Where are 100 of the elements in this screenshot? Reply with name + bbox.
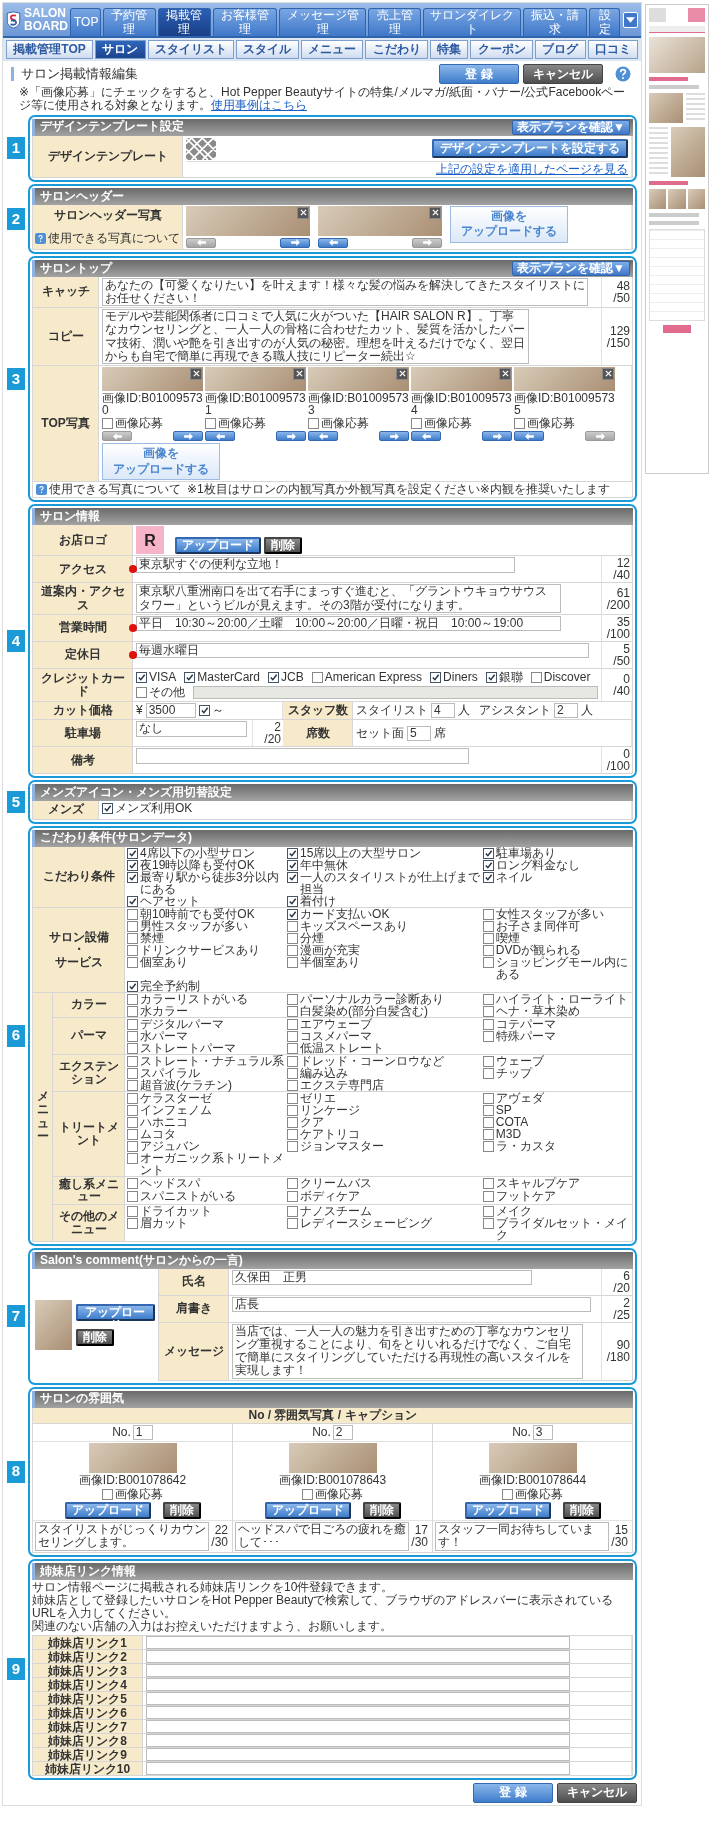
checkbox[interactable] <box>287 1092 299 1104</box>
checkbox[interactable] <box>482 1140 494 1152</box>
checkbox[interactable] <box>430 671 442 683</box>
checkbox[interactable] <box>482 1191 494 1203</box>
checkbox[interactable] <box>127 1128 138 1140</box>
checkbox[interactable] <box>482 1018 494 1030</box>
checkbox[interactable] <box>287 956 299 968</box>
close-button[interactable] <box>190 367 202 380</box>
checkbox[interactable] <box>482 871 494 883</box>
checkbox[interactable] <box>287 1177 299 1189</box>
close-button[interactable] <box>602 367 614 380</box>
delete-button[interactable]: 削除 <box>75 1328 114 1346</box>
text-field[interactable]: 5 <box>407 725 431 741</box>
checkbox[interactable] <box>268 671 280 683</box>
url-field[interactable] <box>146 1650 571 1663</box>
next-button[interactable] <box>173 431 203 442</box>
nav-tab[interactable]: メッセージ管理 <box>279 8 367 36</box>
previous-button[interactable] <box>514 431 544 442</box>
checkbox[interactable] <box>127 895 138 907</box>
checkbox[interactable] <box>127 1079 138 1091</box>
checkbox[interactable] <box>127 1116 138 1128</box>
checkbox[interactable] <box>411 417 422 429</box>
text-field[interactable]: 2 <box>554 703 578 719</box>
text-area[interactable]: 東京駅八重洲南口を出て右手にまっすぐ進むと、「グラントウキョウサウスタワー」というビルが見えます。その3階が受付になります。 <box>136 584 562 613</box>
url-field[interactable] <box>146 1734 571 1747</box>
caption-field[interactable]: スタッフ一同お待ちしています！ <box>435 1522 610 1551</box>
checkbox[interactable] <box>287 1104 299 1116</box>
help-icon[interactable] <box>615 66 631 83</box>
checkbox[interactable] <box>127 1217 138 1229</box>
checkbox[interactable] <box>502 1489 513 1501</box>
checkbox[interactable] <box>136 671 147 683</box>
checkbox[interactable] <box>530 671 542 683</box>
checkbox[interactable] <box>287 1030 299 1042</box>
text-field[interactable]: 毎週水曜日 <box>136 642 589 658</box>
url-field[interactable] <box>146 1706 571 1719</box>
caption-field[interactable]: ヘッドスパで日ごろの疲れを癒して･･･ <box>235 1522 410 1551</box>
number-field[interactable]: 3 <box>532 1424 553 1440</box>
checkbox[interactable] <box>127 993 138 1005</box>
checkbox[interactable] <box>205 417 216 429</box>
cancel-button[interactable]: キャンセル <box>557 1783 637 1803</box>
checkbox[interactable] <box>482 1104 494 1116</box>
checkbox[interactable] <box>127 1067 138 1079</box>
nav-tab[interactable]: サロンダイレクト <box>423 8 522 36</box>
checkbox[interactable] <box>184 671 196 683</box>
checkbox[interactable] <box>127 1030 138 1042</box>
checkbox[interactable] <box>127 908 138 920</box>
checkbox[interactable] <box>127 847 138 859</box>
checkbox[interactable] <box>482 908 494 920</box>
checkbox[interactable] <box>287 908 299 920</box>
previous-button[interactable] <box>318 237 348 248</box>
text-area[interactable]: 平日 10:30～20:00／土曜 10:00～20:00／日曜・祝日 10:00～19:00 <box>136 615 562 631</box>
next-button[interactable] <box>482 431 512 442</box>
checkbox[interactable] <box>482 920 494 932</box>
checkbox[interactable] <box>287 920 299 932</box>
checkbox[interactable] <box>102 803 113 815</box>
previous-button[interactable] <box>205 431 235 442</box>
checkbox[interactable] <box>287 859 299 871</box>
sub-nav-tab[interactable]: 特集 <box>429 40 469 60</box>
close-button[interactable] <box>297 206 309 219</box>
checkbox[interactable] <box>127 944 138 956</box>
url-field[interactable] <box>146 1692 571 1705</box>
checkbox[interactable] <box>127 1092 138 1104</box>
delete-button[interactable]: 削除 <box>264 537 302 555</box>
checkbox[interactable] <box>127 920 138 932</box>
sub-nav-tab[interactable]: 口コミ <box>587 40 639 60</box>
checkbox[interactable] <box>127 1205 138 1217</box>
text-field[interactable] <box>193 686 598 700</box>
next-button[interactable] <box>276 431 306 442</box>
checkbox[interactable] <box>127 1104 138 1116</box>
checkbox[interactable] <box>102 417 113 429</box>
delete-button[interactable]: 削除 <box>562 1502 601 1520</box>
checkbox[interactable] <box>127 1152 138 1164</box>
checkbox[interactable] <box>127 980 138 992</box>
checkbox[interactable] <box>127 1042 138 1054</box>
checkbox[interactable] <box>127 1055 138 1067</box>
checkbox[interactable] <box>127 956 138 968</box>
previous-button[interactable] <box>411 431 441 442</box>
checkbox[interactable] <box>287 1205 299 1217</box>
checkbox[interactable] <box>482 1030 494 1042</box>
checkbox[interactable] <box>287 895 299 907</box>
text-field[interactable]: 久保田 正男 <box>232 1269 533 1285</box>
nav-tab[interactable]: TOP <box>70 8 101 36</box>
next-button[interactable] <box>280 237 310 248</box>
checkbox[interactable] <box>287 993 299 1005</box>
url-field[interactable] <box>146 1636 571 1649</box>
checkbox[interactable] <box>287 1005 299 1017</box>
checkbox[interactable] <box>287 1128 299 1140</box>
checkbox[interactable] <box>287 1042 299 1054</box>
checkbox[interactable] <box>127 1191 138 1203</box>
sub-nav-tab[interactable]: ブログ <box>534 40 586 60</box>
checkbox[interactable] <box>287 1140 299 1152</box>
sub-nav-tab[interactable]: 掲載管理TOP <box>6 40 93 60</box>
checkbox[interactable] <box>482 1067 494 1079</box>
checkbox[interactable] <box>127 1005 138 1017</box>
upload-image-button[interactable]: 画像を アップロードする <box>102 443 220 481</box>
close-button[interactable] <box>499 367 511 380</box>
checkbox[interactable] <box>482 859 494 871</box>
sub-nav-tab[interactable]: スタイル <box>236 40 299 60</box>
nav-tab[interactable]: 予約管理 <box>102 8 156 36</box>
photo-help-link[interactable]: 使用できる写真について <box>48 231 180 245</box>
